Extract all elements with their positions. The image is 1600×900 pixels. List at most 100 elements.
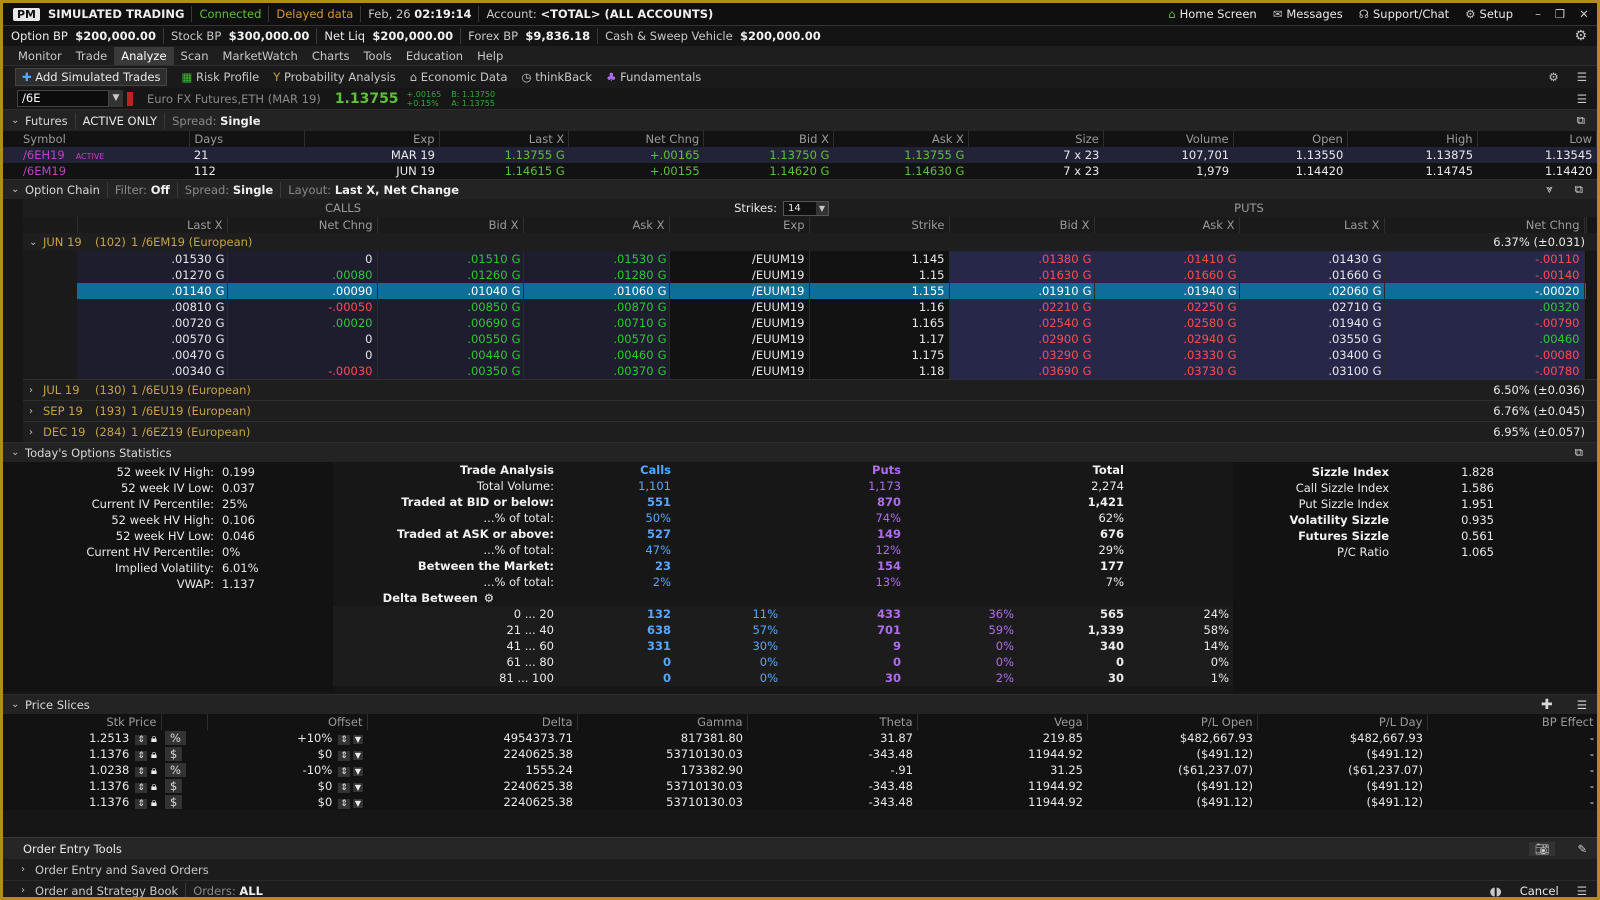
- offset-cell[interactable]: -10% ⇕ ▼: [207, 762, 367, 778]
- call-ask[interactable]: .00870 G: [523, 299, 670, 315]
- futures-section-header[interactable]: ⌄ Futures ACTIVE ONLY Spread: Single ⧉: [3, 109, 1597, 131]
- stepper-icon[interactable]: ⇕: [338, 751, 350, 761]
- call-bid[interactable]: .00550 G: [377, 331, 524, 347]
- chevron-right-icon[interactable]: ›: [29, 427, 39, 438]
- popout-icon[interactable]: ⧉: [1575, 445, 1583, 460]
- menu-analyze[interactable]: Analyze: [114, 46, 174, 65]
- stepper-icon[interactable]: ⇕: [135, 750, 147, 761]
- call-ask[interactable]: .01060 G: [523, 283, 670, 299]
- put-ask[interactable]: .02580 G: [1094, 315, 1240, 331]
- col-gamma[interactable]: Gamma: [577, 714, 748, 730]
- chevron-down-icon[interactable]: ▼: [352, 751, 363, 760]
- menu-tools[interactable]: Tools: [356, 49, 398, 63]
- lock-icon[interactable]: 🔒︎: [151, 779, 157, 793]
- setup-link[interactable]: Setup: [1480, 7, 1513, 21]
- futures-row[interactable]: /6EH19 ACTIVE 21 MAR 19 1.13755 G +.0016…: [3, 147, 1597, 163]
- menu-icon[interactable]: ☰: [1577, 884, 1587, 898]
- filter-value[interactable]: Off: [151, 183, 170, 197]
- chevron-down-icon[interactable]: ▼: [352, 783, 363, 792]
- mode-cell[interactable]: %: [161, 730, 207, 746]
- stepper-icon[interactable]: ⇕: [135, 798, 147, 809]
- col-exp[interactable]: Exp: [669, 217, 810, 233]
- col-stk-price[interactable]: Stk Price: [3, 714, 162, 730]
- option-row[interactable]: .00470 G 0.00440 G .00460 G/EUUM19 1.175.03290…: [23, 347, 1586, 363]
- mode-cell[interactable]: $: [161, 778, 207, 794]
- orders-filter[interactable]: ALL: [239, 884, 263, 898]
- stepper-icon[interactable]: ⇕: [338, 783, 350, 793]
- option-row[interactable]: .01530 G 0.01510 G .01530 G/EUUM19 1.145.01380…: [23, 251, 1586, 267]
- future-bid[interactable]: 1.13750 G: [704, 147, 834, 163]
- chevron-down-icon[interactable]: ⌄: [11, 184, 21, 195]
- col-bid[interactable]: Bid X: [703, 131, 834, 147]
- col-volume[interactable]: Volume: [1103, 131, 1234, 147]
- call-bid[interactable]: .00440 G: [377, 347, 524, 363]
- options-statistics-header[interactable]: ⌄ Today's Options Statistics ⧉: [3, 442, 1597, 462]
- call-ask[interactable]: .00570 G: [523, 331, 670, 347]
- subtab-fundamentals[interactable]: ♣ Fundamentals: [606, 70, 701, 84]
- chain-spread-value[interactable]: Single: [233, 183, 273, 197]
- popout-icon[interactable]: ⧉: [1575, 182, 1583, 197]
- slice-row[interactable]: 1.1376 ⇕ 🔒︎ $ $0 ⇕ ▼ 2240625.38 53710130.03 -343.…: [3, 778, 1597, 794]
- col-delta[interactable]: Delta: [367, 714, 578, 730]
- chevron-right-icon[interactable]: ›: [21, 885, 31, 896]
- menu-monitor[interactable]: Monitor: [11, 49, 69, 63]
- chevron-right-icon[interactable]: ›: [29, 385, 39, 396]
- slice-row[interactable]: 1.1376 ⇕ 🔒︎ $ $0 ⇕ ▼ 2240625.38 53710130.03 -343.…: [3, 746, 1597, 762]
- chevron-right-icon[interactable]: ›: [21, 864, 31, 875]
- offset-mode-toggle[interactable]: $: [165, 747, 183, 761]
- account-selector[interactable]: <TOTAL> (ALL ACCOUNTS): [540, 7, 713, 21]
- chevron-down-icon[interactable]: ⌄: [11, 447, 21, 458]
- call-bid[interactable]: .00850 G: [377, 299, 524, 315]
- future-ask[interactable]: 1.13755 G: [833, 147, 968, 163]
- offset-cell[interactable]: $0 ⇕ ▼: [207, 746, 367, 762]
- spread-value[interactable]: Single: [220, 114, 260, 128]
- col-days[interactable]: Days: [189, 131, 305, 147]
- call-bid[interactable]: .01510 G: [377, 251, 524, 267]
- slice-row[interactable]: 1.0238 ⇕ 🔒︎% -10% ⇕ ▼ 1555.24 173382.90 -.91 31.2…: [3, 762, 1597, 778]
- chevron-down-icon[interactable]: ⌄: [11, 699, 21, 710]
- col-symbol[interactable]: Symbol: [3, 131, 191, 147]
- connection-status[interactable]: Connected: [199, 7, 261, 21]
- menu-charts[interactable]: Charts: [305, 49, 357, 63]
- offset-mode-toggle[interactable]: $: [165, 779, 183, 793]
- expiration-row-open[interactable]: ⌄ JUN 19 (102) 1 /6EM19 (European) 6.37%…: [23, 233, 1597, 251]
- future-ask[interactable]: 1.14630 G: [833, 163, 968, 179]
- put-bid[interactable]: .03290 G: [949, 347, 1095, 363]
- stepper-icon[interactable]: ⇕: [135, 782, 147, 793]
- mode-cell[interactable]: %: [161, 762, 207, 778]
- gear-icon[interactable]: ⚙: [1465, 7, 1475, 21]
- delayed-data-label[interactable]: Delayed data: [276, 7, 353, 21]
- offset-cell[interactable]: $0 ⇕ ▼: [207, 778, 367, 794]
- lock-icon[interactable]: 🔒︎: [151, 795, 157, 809]
- chevron-down-icon[interactable]: ⌄: [29, 237, 39, 248]
- offset-cell[interactable]: $0 ⇕ ▼: [207, 794, 367, 810]
- put-bid[interactable]: .02210 G: [949, 299, 1095, 315]
- put-bid[interactable]: .01380 G: [949, 251, 1095, 267]
- col-pl-open[interactable]: P/L Open: [1087, 714, 1258, 730]
- call-bid[interactable]: .01260 G: [377, 267, 524, 283]
- menu-marketwatch[interactable]: MarketWatch: [216, 49, 305, 63]
- put-bid[interactable]: .01630 G: [949, 267, 1095, 283]
- put-bid[interactable]: .02540 G: [949, 315, 1095, 331]
- chevron-right-icon[interactable]: ›: [29, 406, 39, 417]
- menu-icon[interactable]: ☰: [1577, 698, 1587, 712]
- futures-row[interactable]: /6EM19 112 JUN 19 1.14615 G +.00155 1.14…: [3, 163, 1597, 179]
- offset-cell[interactable]: +10% ⇕ ▼: [207, 730, 367, 746]
- menu-trade[interactable]: Trade: [69, 49, 115, 63]
- col-put-ask[interactable]: Ask X: [1094, 217, 1240, 233]
- col-put-last[interactable]: Last X: [1239, 217, 1385, 233]
- stepper-icon[interactable]: ⇕: [135, 766, 147, 777]
- add-slice-icon[interactable]: ✚: [1541, 697, 1553, 713]
- col-strike[interactable]: Strike: [809, 217, 950, 233]
- put-ask[interactable]: .01660 G: [1094, 267, 1240, 283]
- lock-icon[interactable]: 🔒︎: [151, 731, 157, 745]
- col-high[interactable]: High: [1347, 131, 1478, 147]
- maximize-icon[interactable]: ❐: [1549, 7, 1571, 21]
- col-theta[interactable]: Theta: [747, 714, 918, 730]
- pin-icon[interactable]: ✎: [1577, 842, 1587, 856]
- col-bp-effect[interactable]: BP Effect: [1427, 714, 1597, 730]
- menu-scan[interactable]: Scan: [174, 49, 216, 63]
- col-exp[interactable]: Exp: [304, 131, 440, 147]
- stepper-icon[interactable]: ⇕: [338, 735, 350, 745]
- subtab-probability-analysis[interactable]: Y Probability Analysis: [273, 70, 396, 84]
